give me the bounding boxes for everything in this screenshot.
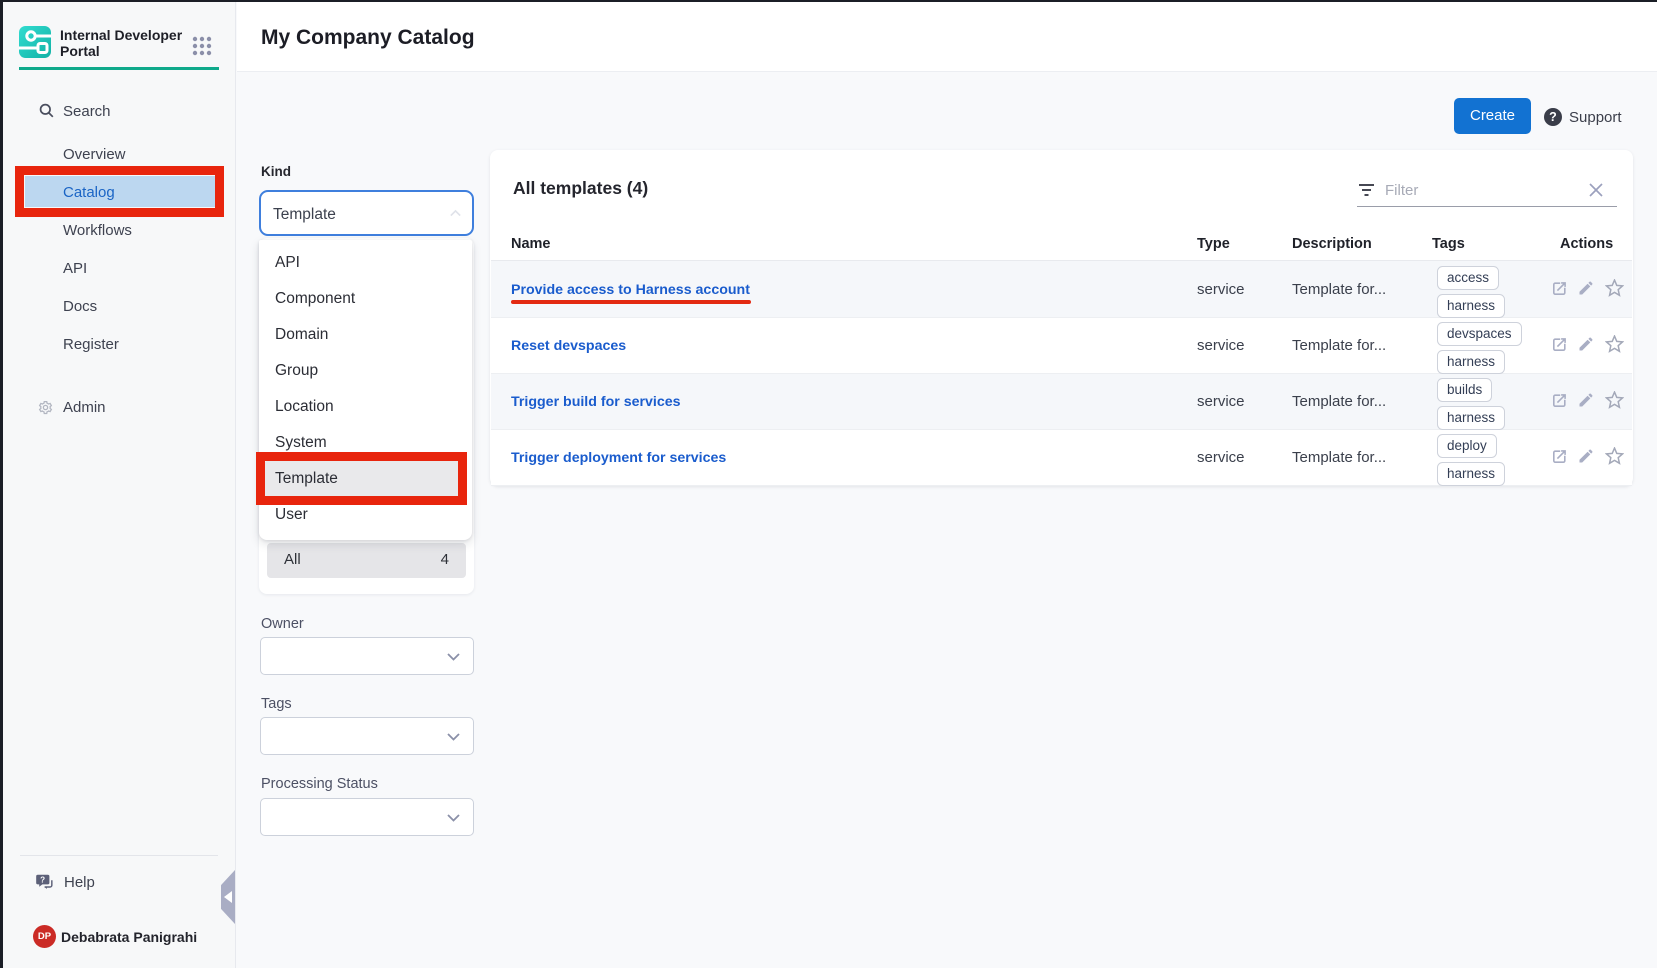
svg-text:?: ? xyxy=(40,876,45,885)
